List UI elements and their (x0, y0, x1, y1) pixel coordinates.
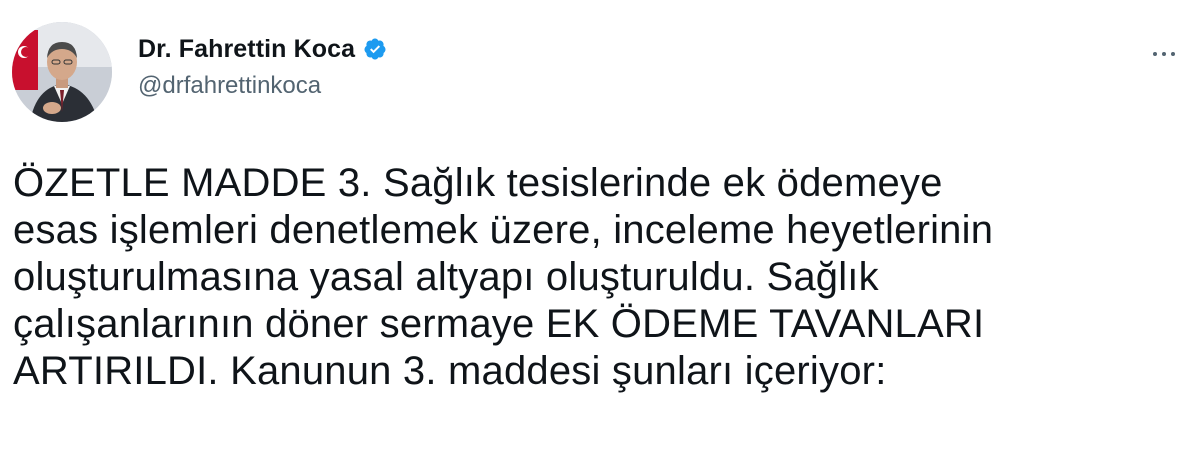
more-options-icon-dot (1171, 52, 1175, 56)
more-options-button[interactable] (1144, 42, 1184, 66)
avatar[interactable] (12, 22, 112, 122)
avatar-photo-icon (12, 22, 112, 122)
author-name-row: Dr. Fahrettin Koca (138, 34, 387, 64)
author-info: Dr. Fahrettin Koca @drfahrettinkoca (138, 34, 387, 100)
tweet-text: ÖZETLE MADDE 3. Sağlık tesislerinde ek ö… (13, 161, 994, 393)
tweet-card: Dr. Fahrettin Koca @drfahrettinkoca ÖZET… (0, 0, 1200, 463)
tweet-header: Dr. Fahrettin Koca @drfahrettinkoca (12, 22, 1184, 126)
more-options-icon-dot (1162, 52, 1166, 56)
author-handle[interactable]: @drfahrettinkoca (138, 72, 387, 100)
author-display-name[interactable]: Dr. Fahrettin Koca (138, 35, 355, 64)
verified-badge-icon (363, 37, 387, 61)
more-options-icon (1153, 52, 1157, 56)
